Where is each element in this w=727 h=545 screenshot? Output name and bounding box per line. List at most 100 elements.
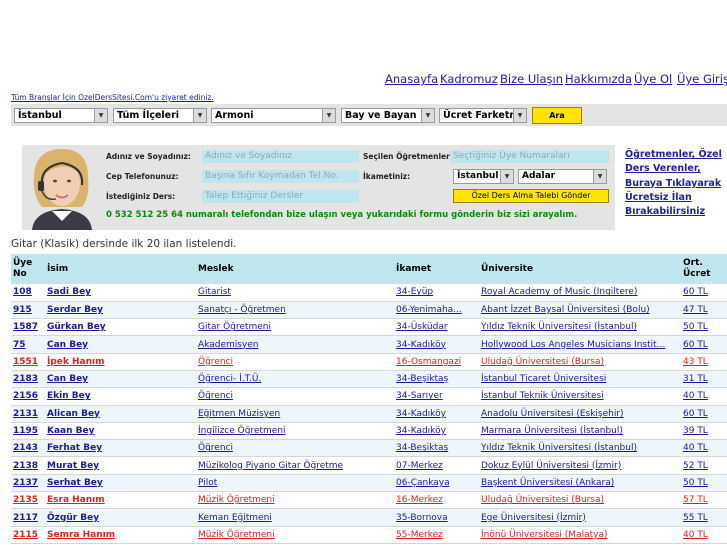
nav-home-link[interactable]: Anasayfa bbox=[385, 72, 438, 86]
nav-register-link[interactable]: Üye Ol bbox=[634, 72, 672, 86]
university-link[interactable]: Başkent Üniversitesi (Ankara) bbox=[481, 478, 614, 488]
job-link[interactable]: Gitar Öğretmeni bbox=[198, 322, 271, 332]
job-link[interactable]: Öğrenci bbox=[198, 443, 233, 453]
member-name-link[interactable]: Alican Bey bbox=[47, 409, 100, 419]
job-link[interactable]: Müzikolog Piyano Gitar Öğretme bbox=[198, 461, 343, 471]
job-link[interactable]: İngilizce Öğretmeni bbox=[198, 426, 286, 436]
member-no-link[interactable]: 2135 bbox=[13, 495, 38, 505]
job-link[interactable]: Gitarist bbox=[198, 287, 231, 297]
city-link[interactable]: 34-Kadıköy bbox=[396, 340, 446, 350]
fee-link[interactable]: 40 TL bbox=[683, 443, 708, 453]
university-link[interactable]: İnönü Üniversitesi (Malatya) bbox=[481, 530, 607, 540]
fee-select[interactable]: Ücret Farketmez ▼ bbox=[439, 108, 527, 123]
city-link[interactable]: 34-Beşiktaş bbox=[396, 374, 448, 384]
job-link[interactable]: Keman Eğitmeni bbox=[198, 513, 272, 523]
city-link[interactable]: 34-Sarıyer bbox=[396, 391, 443, 401]
member-name-link[interactable]: Can Bey bbox=[47, 340, 88, 350]
member-name-link[interactable]: Murat Bey bbox=[47, 461, 99, 471]
member-no-link[interactable]: 2137 bbox=[13, 478, 38, 488]
fee-link[interactable]: 60 TL bbox=[683, 287, 708, 297]
city-link[interactable]: 35-Bornova bbox=[396, 513, 448, 523]
selected-teachers-input[interactable]: Seçtiğiniz Üye Numaraları bbox=[450, 150, 609, 163]
member-name-link[interactable]: Gürkan Bey bbox=[47, 322, 106, 332]
fee-link[interactable]: 39 TL bbox=[683, 426, 708, 436]
university-link[interactable]: Yıldız Teknik Üniversitesi (İstanbul) bbox=[481, 443, 637, 453]
university-link[interactable]: Abant İzzet Baysal Üniversitesi (Bolu) bbox=[481, 305, 650, 315]
member-name-link[interactable]: Serdar Bey bbox=[47, 305, 103, 315]
residence-district-select[interactable]: Adalar ▼ bbox=[518, 169, 607, 184]
lesson-input[interactable]: Talep Ettiğiniz Dersler bbox=[202, 190, 359, 203]
fee-link[interactable]: 52 TL bbox=[683, 461, 708, 471]
member-name-link[interactable]: Esra Hanım bbox=[47, 495, 105, 505]
job-link[interactable]: Öğrenci bbox=[198, 357, 233, 367]
university-link[interactable]: Marmara Üniversitesi (İstanbul) bbox=[481, 426, 623, 436]
university-link[interactable]: Dokuz Eylül Üniversitesi (İzmir) bbox=[481, 461, 621, 471]
fee-link[interactable]: 60 TL bbox=[683, 340, 708, 350]
member-no-link[interactable]: 915 bbox=[13, 305, 32, 315]
fee-link[interactable]: 47 TL bbox=[683, 305, 708, 315]
member-no-link[interactable]: 2138 bbox=[13, 461, 38, 471]
member-no-link[interactable]: 1587 bbox=[13, 322, 38, 332]
member-no-link[interactable]: 2117 bbox=[13, 513, 38, 523]
job-link[interactable]: Akademisyen bbox=[198, 340, 259, 350]
university-link[interactable]: Royal Academy of Music (Ingiltere) bbox=[481, 287, 637, 297]
city-link[interactable]: 34-Kadıköy bbox=[396, 426, 446, 436]
city-link[interactable]: 34-Eyüp bbox=[396, 287, 433, 297]
member-name-link[interactable]: Serhat Bey bbox=[47, 478, 103, 488]
member-no-link[interactable]: 2115 bbox=[13, 530, 38, 540]
member-name-link[interactable]: Ferhat Bey bbox=[47, 443, 102, 453]
university-link[interactable]: İstanbul Ticaret Üniversitesi bbox=[481, 374, 606, 384]
city-link[interactable]: 55-Merkez bbox=[396, 530, 443, 540]
university-link[interactable]: Yıldız Teknik Üniversitesi (İstanbul) bbox=[481, 322, 637, 332]
member-no-link[interactable]: 108 bbox=[13, 287, 32, 297]
nav-contact-link[interactable]: Bize Ulaşın bbox=[500, 72, 563, 86]
member-name-link[interactable]: Semra Hanım bbox=[47, 530, 115, 540]
member-no-link[interactable]: 2143 bbox=[13, 443, 38, 453]
job-link[interactable]: Sanatçı - Öğretmen bbox=[198, 305, 286, 315]
gender-select[interactable]: Bay ve Bayan ▼ bbox=[341, 108, 435, 123]
job-link[interactable]: Öğrenci- İ.T.Ü. bbox=[198, 374, 261, 384]
fee-link[interactable]: 50 TL bbox=[683, 322, 708, 332]
member-name-link[interactable]: Ekin Bey bbox=[47, 391, 91, 401]
fee-link[interactable]: 60 TL bbox=[683, 409, 708, 419]
member-name-link[interactable]: Özgür Bey bbox=[47, 513, 99, 523]
member-no-link[interactable]: 2183 bbox=[13, 374, 38, 384]
fee-link[interactable]: 55 TL bbox=[683, 513, 708, 523]
submit-request-button[interactable]: Özel Ders Alma Talebi Gönder bbox=[453, 189, 609, 203]
university-link[interactable]: Hollywood Los Angeles Musicians Instit..… bbox=[481, 340, 665, 350]
member-name-link[interactable]: Kaan Bey bbox=[47, 426, 95, 436]
residence-city-select[interactable]: İstanbul ▼ bbox=[453, 169, 514, 184]
fee-link[interactable]: 40 TL bbox=[683, 530, 708, 540]
university-link[interactable]: Ege Üniversitesi (İzmir) bbox=[481, 513, 586, 523]
university-link[interactable]: Uludağ Üniversitesi (Bursa) bbox=[481, 357, 604, 367]
member-no-link[interactable]: 75 bbox=[13, 340, 26, 350]
subject-select[interactable]: Armoni ▼ bbox=[211, 108, 336, 123]
member-name-link[interactable]: İpek Hanım bbox=[47, 357, 105, 367]
city-link[interactable]: 34-Üsküdar bbox=[396, 322, 448, 332]
district-select[interactable]: Tüm İlçeleri ▼ bbox=[113, 108, 207, 123]
free-listing-link[interactable]: Öğretmenler, Özel Ders Verenler, Buraya … bbox=[625, 148, 725, 219]
city-link[interactable]: 16-Merkez bbox=[396, 495, 443, 505]
member-name-link[interactable]: Can Bey bbox=[47, 374, 88, 384]
phone-input[interactable]: Başına Sıfır Koymadan Tel.No. bbox=[202, 170, 359, 183]
city-link[interactable]: 06-Çankaya bbox=[396, 478, 450, 488]
city-link[interactable]: 07-Merkez bbox=[396, 461, 443, 471]
job-link[interactable]: Öğrenci bbox=[198, 391, 233, 401]
job-link[interactable]: Eğitmen Müzisyen bbox=[198, 409, 280, 419]
nav-staff-link[interactable]: Kadromuz bbox=[440, 72, 498, 86]
job-link[interactable]: Müzik Öğretmeni bbox=[198, 495, 275, 505]
member-no-link[interactable]: 2156 bbox=[13, 391, 38, 401]
member-no-link[interactable]: 2131 bbox=[13, 409, 38, 419]
fee-link[interactable]: 50 TL bbox=[683, 478, 708, 488]
fee-link[interactable]: 57 TL bbox=[683, 495, 708, 505]
university-link[interactable]: İstanbul Teknik Üniversitesi bbox=[481, 391, 604, 401]
university-link[interactable]: Anadolu Üniversitesi (Eskişehir) bbox=[481, 409, 624, 419]
member-no-link[interactable]: 1551 bbox=[13, 357, 38, 367]
all-branches-link[interactable]: Tüm Branşlar İçin OzelDersSitesi.Com'u z… bbox=[11, 93, 214, 102]
fee-link[interactable]: 31 TL bbox=[683, 374, 708, 384]
city-link[interactable]: 34-Beşiktaş bbox=[396, 443, 448, 453]
city-select[interactable]: İstanbul ▼ bbox=[14, 108, 108, 123]
search-button[interactable]: Ara bbox=[532, 107, 582, 124]
nav-login-link[interactable]: Üye Girişi bbox=[677, 72, 727, 86]
fee-link[interactable]: 43 TL bbox=[683, 357, 708, 367]
